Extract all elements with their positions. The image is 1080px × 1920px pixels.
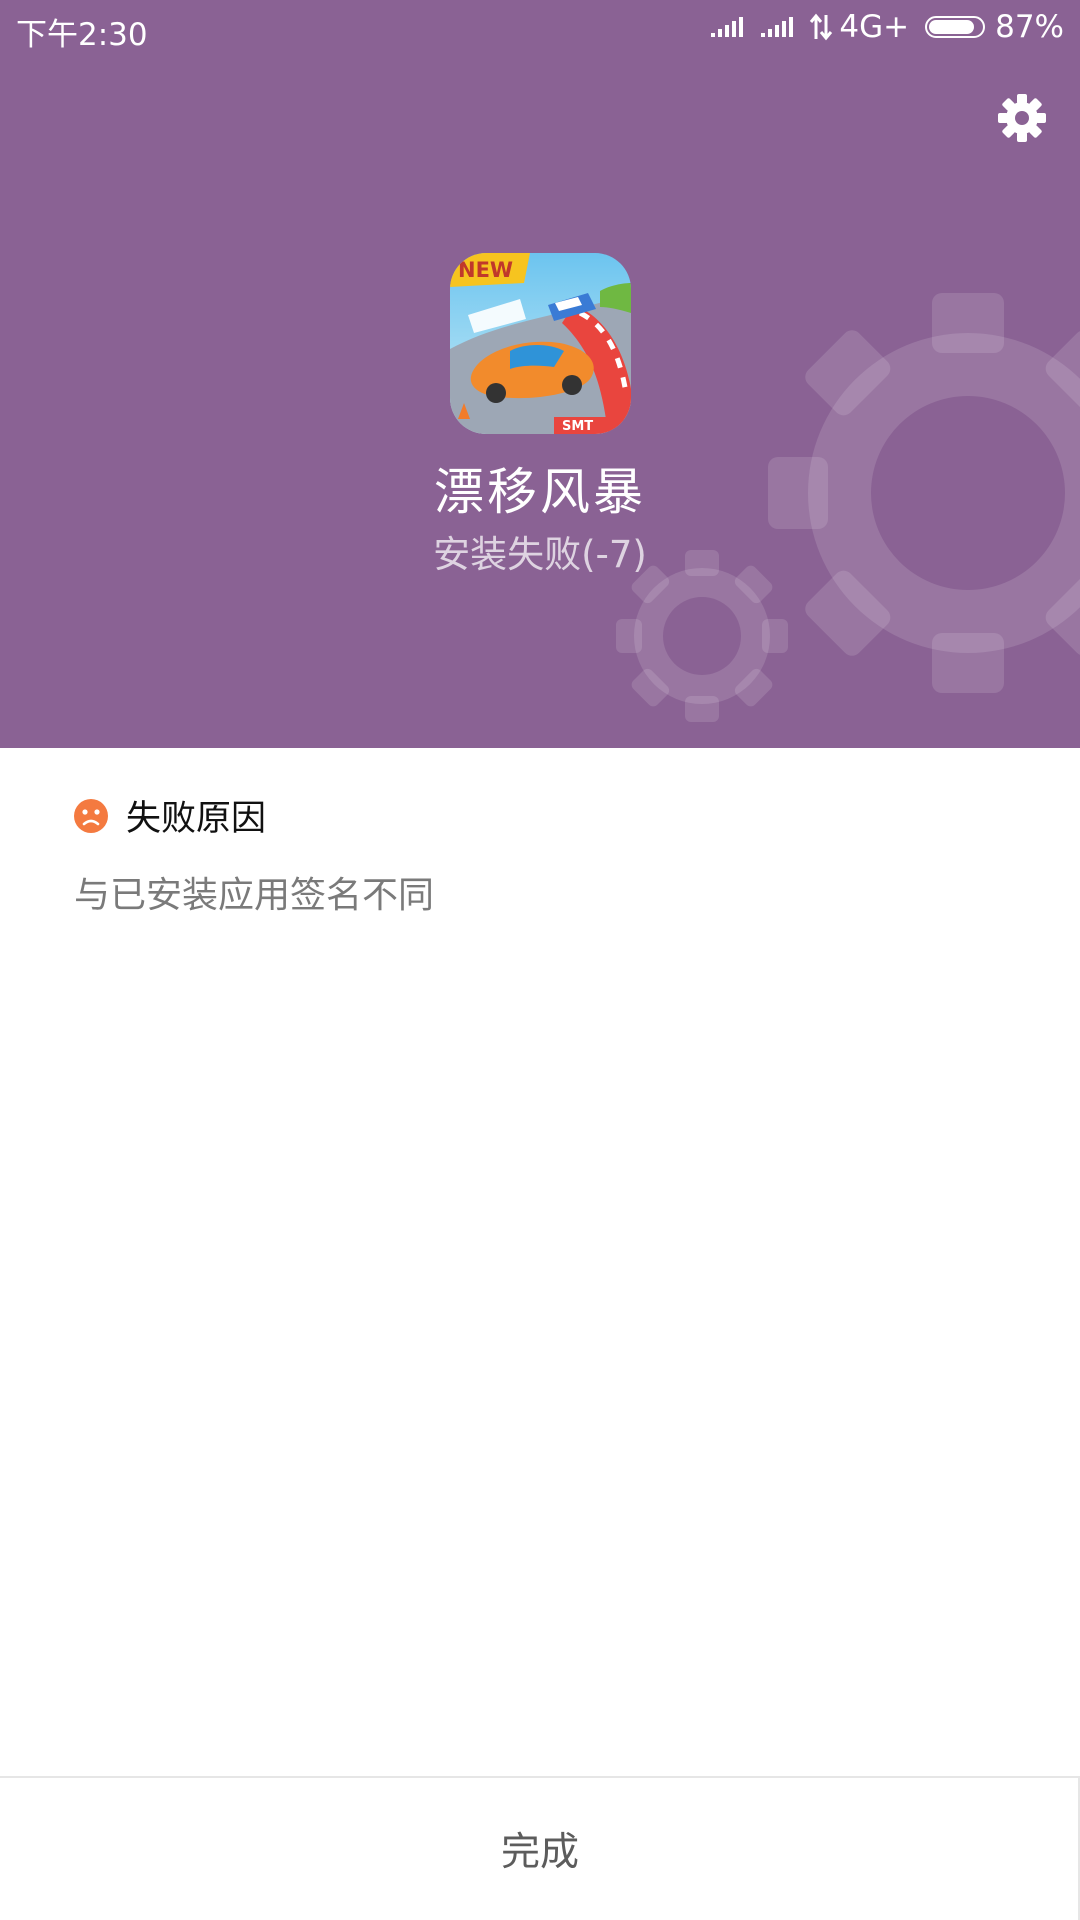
svg-text:SMT: SMT — [562, 419, 593, 434]
install-status: 安装失败(-7) — [433, 533, 647, 576]
failure-reason-message: 与已安装应用签名不同 — [74, 875, 435, 916]
failure-reason-title: 失败原因 — [126, 799, 267, 839]
signal-strength-icon — [711, 17, 744, 37]
network-type: 4G+ — [839, 9, 910, 45]
status-bar: 下午2:30 4G+ 87% — [0, 0, 1080, 58]
status-indicators: 4G+ 87% — [709, 9, 1064, 45]
signal-strength-icon — [761, 17, 794, 37]
failure-reason-header: 失败原因 — [73, 790, 266, 841]
app-name: 漂移风暴 — [434, 463, 646, 521]
battery-percent: 87% — [995, 9, 1064, 45]
race-car-game-icon[interactable]: SMT NEW — [450, 253, 631, 434]
data-transfer-icon — [810, 13, 833, 41]
done-button[interactable]: 完成 — [0, 1778, 1080, 1920]
sad-face-icon — [74, 798, 108, 833]
app-header: 下午2:30 4G+ 87% SMT NEW 漂移风暴 安装失败(-7) — [0, 0, 1080, 748]
gear-icon[interactable] — [994, 90, 1050, 146]
new-badge: NEW — [458, 258, 513, 282]
battery-level — [929, 20, 975, 34]
battery-icon — [925, 16, 986, 38]
status-time: 下午2:30 — [16, 17, 148, 53]
